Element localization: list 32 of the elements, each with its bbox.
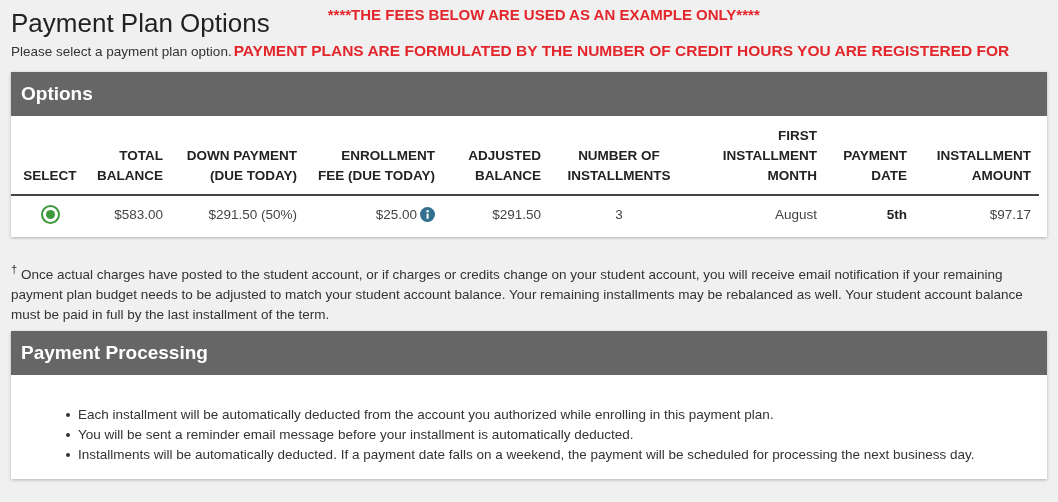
bullet-icon [66, 432, 70, 437]
column-header: NUMBER OF INSTALLMENTS [549, 116, 689, 195]
instruction-text: Please select a payment plan option. [11, 44, 232, 59]
table-cell: $583.00 [114, 207, 163, 222]
table-cell: August [774, 207, 817, 222]
example-notice: ****THE FEES BELOW ARE USED AS AN EXAMPLE ONLY**** [327, 6, 760, 23]
info-icon[interactable] [420, 207, 435, 222]
column-header: ENROLLMENT FEE (DUE TODAY) [305, 116, 443, 195]
column-header: TOTAL BALANCE [89, 116, 171, 195]
column-header: SELECT [11, 116, 89, 195]
panel-title: Payment Processing [21, 341, 208, 364]
page-title: Payment Plan Options [11, 8, 270, 39]
footnote-text: $^{†}$ Once actual charges have posted to the student account, or if charges or credits change on your student account, you will receive email notification if your remaining payment plan budget needs to be adjusted to match your student account balance. Your remaining installments may be rebalanced as well. Your student account balance must be paid in full by the last installment of the term. [11, 262, 1024, 324]
bullet-icon [66, 412, 70, 417]
table-cell: $97.17 [989, 207, 1031, 222]
table-cell: 3 [615, 207, 623, 222]
credit-notice: PAYMENT PLANS ARE FORMULATED BY THE NUMBER OF CREDIT HOURS YOU ARE REGISTERED FOR [233, 42, 1010, 60]
table-cell: $291.50 [492, 207, 541, 222]
bullet-icon [66, 452, 70, 457]
table-cell: 5th [886, 207, 907, 222]
table-cell: $25.00 [375, 207, 417, 222]
list-item-text: Installments will be automatically deducted. If a payment date falls on a weekend, the payment will be scheduled for processing the next business day. [78, 445, 975, 464]
panel-title: Options [21, 83, 93, 105]
column-header: ADJUSTED BALANCE [443, 116, 549, 195]
list-item-text: Each installment will be automatically deducted from the account you authorized while enrolling in this payment plan. [78, 405, 774, 424]
list-item-text: You will be sent a reminder email message before your installment is automatically deducted. [78, 425, 634, 444]
column-header: INSTALLMENT AMOUNT [915, 116, 1039, 195]
table-cell: $291.50 (50%) [208, 207, 297, 222]
column-header: DOWN PAYMENT (DUE TODAY) [171, 116, 305, 195]
column-header: FIRST INSTALLMENT MONTH [689, 116, 825, 195]
column-header: PAYMENT DATE [825, 116, 915, 195]
radio-button[interactable] [40, 205, 60, 224]
